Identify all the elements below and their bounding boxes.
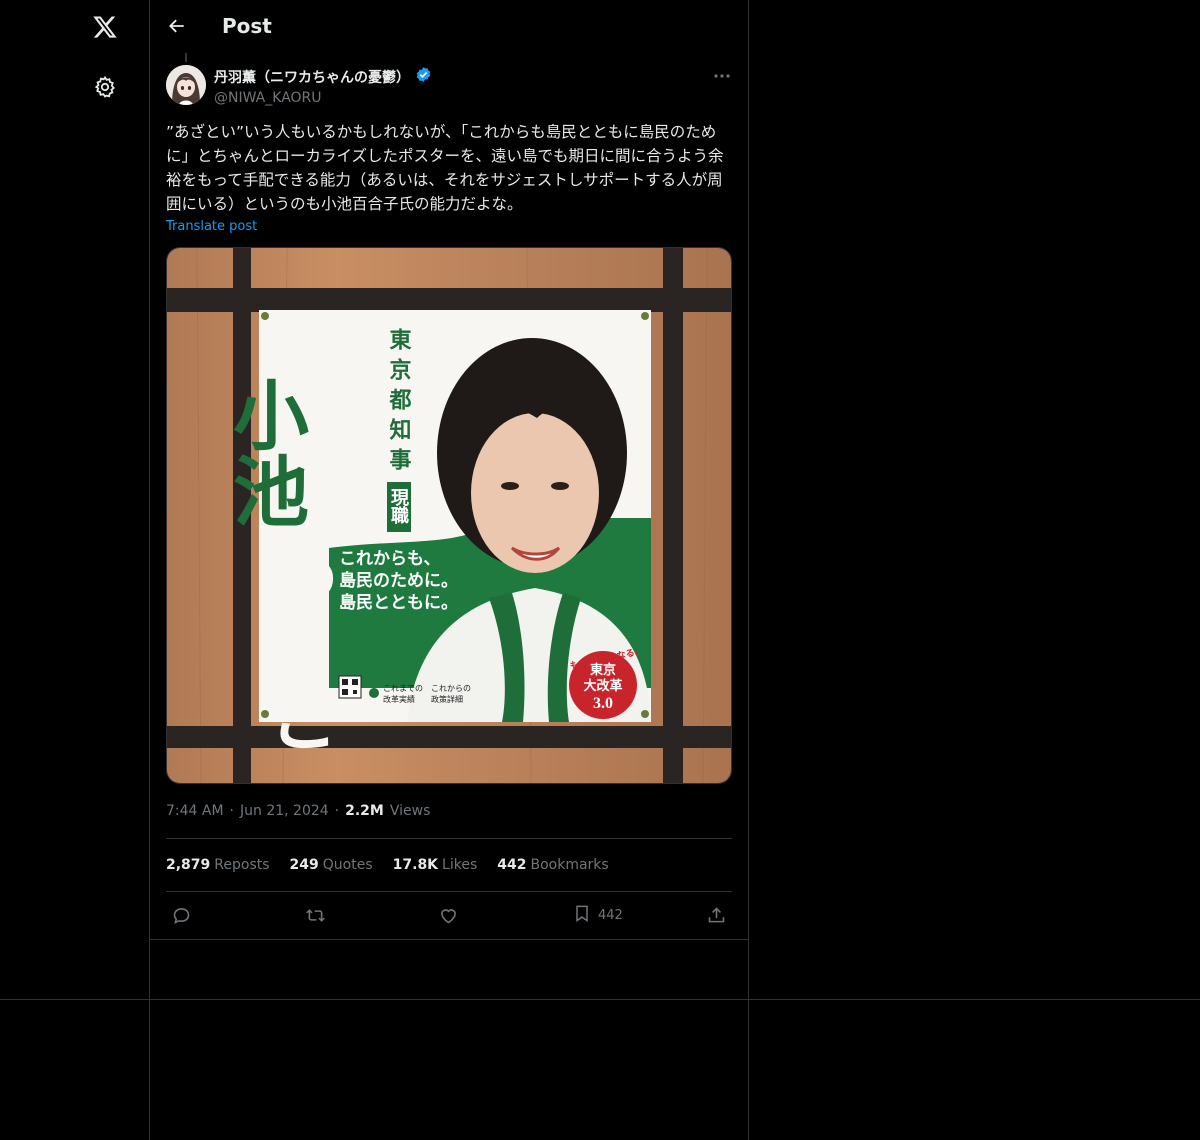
reposts-label: Reposts (214, 857, 270, 873)
poster-emblem-line-2: 大改革 (583, 678, 622, 693)
page-title: Post (222, 14, 272, 38)
author-handle[interactable]: @NIWA_KAORU (214, 90, 432, 106)
author-name[interactable]: 丹羽薫（ニワカちゃんの憂鬱） (214, 67, 410, 87)
poster-slogan-1: これからも、 (339, 549, 441, 568)
post-meta: 7:44 AM · Jun 21, 2024 · 2.2M Views (166, 803, 430, 819)
likes-stat[interactable]: 17.8K Likes (393, 857, 478, 873)
gear-icon[interactable] (88, 70, 122, 104)
post-bottom-divider (150, 939, 748, 940)
engagement-stats: 2,879 Reposts 249 Quotes 17.8K Likes 442 Boo… (166, 857, 609, 873)
bottom-divider (0, 999, 1200, 1000)
post-date[interactable]: Jun 21, 2024 (240, 803, 329, 819)
more-options-icon[interactable] (708, 66, 736, 86)
meta-separator: · (229, 803, 234, 819)
share-icon[interactable] (706, 902, 727, 928)
reposts-stat[interactable]: 2,879 Reposts (166, 857, 270, 873)
stats-bottom-divider (166, 891, 732, 892)
avatar[interactable] (166, 65, 206, 105)
poster-bottom-left-2: 改革実績 (383, 694, 415, 704)
page-header: Post (150, 0, 748, 54)
poster-badge: 現職 (389, 488, 409, 525)
quotes-label: Quotes (322, 857, 373, 873)
poster-name-big: 小池 (221, 376, 309, 528)
poster-bottom-left-1: これまでの (383, 684, 423, 693)
poster-slogan-3: 島民とともに。 (339, 592, 458, 612)
poster-emblem-line-1: 東京 (590, 662, 616, 677)
bookmark-icon (572, 903, 592, 928)
bookmark-button[interactable]: 442 (572, 902, 623, 928)
post-text: ”あざとい”いう人もいるかもしれないが、「これからも島民とともに島民のために」と… (166, 123, 724, 213)
views-count: 2.2M (345, 803, 384, 819)
thread-line (185, 53, 187, 62)
bookmarks-label: Bookmarks (530, 857, 609, 873)
bookmarks-count: 442 (497, 857, 527, 873)
stats-top-divider (166, 838, 732, 839)
reposts-count: 2,879 (166, 857, 211, 873)
verified-badge-icon (415, 66, 432, 87)
author-block: 丹羽薫（ニワカちゃんの憂鬱） @NIWA_KAORU (214, 66, 432, 106)
poster-title-vertical: 東京都知事 (387, 328, 413, 478)
main-column: Post 丹羽薫（ニワカちゃんの憂鬱） @NIWA_KAORU ”あざとい”いう… (150, 0, 748, 924)
x-logo-icon[interactable] (88, 10, 122, 44)
poster-emblem-line-3: 3.0 (593, 695, 613, 712)
left-nav (0, 0, 150, 1000)
poster-name-kana: ゆりこ (259, 544, 336, 754)
repost-icon[interactable] (304, 902, 327, 928)
translate-post-link[interactable]: Translate post (166, 219, 257, 234)
post-time[interactable]: 7:44 AM (166, 803, 224, 819)
left-divider (149, 0, 150, 1140)
bookmark-count: 442 (598, 907, 623, 923)
right-divider (748, 0, 749, 1140)
views-label: Views (389, 803, 431, 819)
poster-bottom-right-2: 政策詳細 (431, 694, 463, 704)
quotes-count: 249 (289, 857, 319, 873)
poster-photo: 小池 ゆりこ 東京都知事 現職 これからも、 島民のために。 島民とともに。 こ… (167, 248, 731, 783)
post-image[interactable]: 小池 ゆりこ 東京都知事 現職 これからも、 島民のために。 島民とともに。 こ… (166, 247, 732, 784)
likes-count: 17.8K (392, 857, 439, 873)
reply-icon[interactable] (171, 902, 192, 928)
poster-slogan-2: 島民のために。 (339, 570, 458, 590)
like-heart-icon[interactable] (438, 902, 459, 928)
bookmarks-stat[interactable]: 442 Bookmarks (497, 857, 608, 873)
back-arrow-icon[interactable] (164, 13, 190, 39)
likes-label: Likes (442, 857, 478, 873)
meta-separator: · (334, 803, 340, 819)
quotes-stat[interactable]: 249 Quotes (290, 857, 373, 873)
action-bar: 442 (166, 902, 732, 928)
poster-bottom-right-1: これからの (431, 684, 471, 693)
